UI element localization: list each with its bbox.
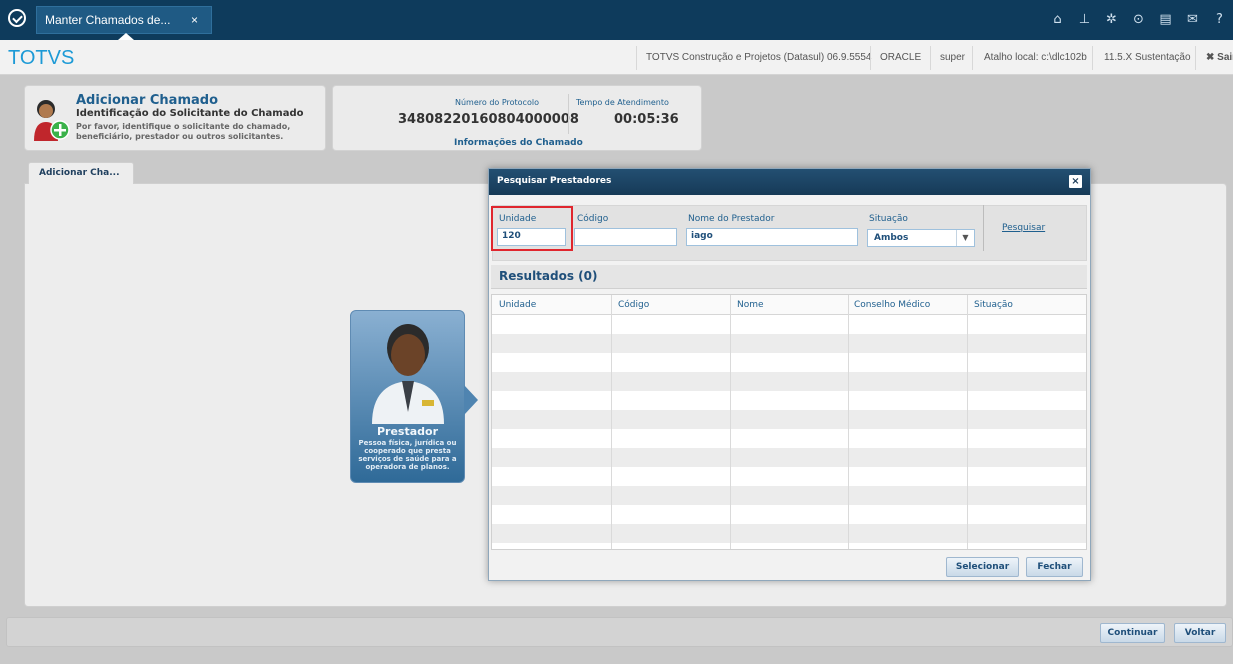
protocol-number-label: Número do Protocolo <box>455 98 539 107</box>
page-title: Adicionar Chamado <box>76 93 219 108</box>
column-divider <box>730 295 731 549</box>
table-row <box>492 391 1086 410</box>
divider <box>1092 46 1093 70</box>
column-header-situacao[interactable]: Situação <box>974 300 1013 310</box>
brand-logo: TOTVS <box>8 47 75 69</box>
tab-adicionar-chamado[interactable]: Adicionar Cha... <box>28 162 134 184</box>
nome-prestador-label: Nome do Prestador <box>688 214 775 224</box>
doctor-icon <box>372 324 444 424</box>
select-button[interactable]: Selecionar <box>946 557 1019 577</box>
situacao-select[interactable]: Ambos ▼ <box>867 229 975 247</box>
results-grid: Unidade Código Nome Conselho Médico Situ… <box>491 294 1087 550</box>
footer-bar <box>6 617 1233 647</box>
gear-icon[interactable]: ✲ <box>1098 8 1125 32</box>
mail-icon[interactable]: ✉ <box>1179 8 1206 32</box>
atalho-info: Atalho local: c:\dlc102b <box>984 52 1087 63</box>
tab-label: Manter Chamados de... <box>45 13 171 27</box>
divider <box>1195 46 1196 70</box>
divider <box>870 46 871 70</box>
table-row <box>492 524 1086 543</box>
divider <box>983 205 984 251</box>
table-row <box>492 486 1086 505</box>
table-header: Unidade Código Nome Conselho Médico Situ… <box>492 295 1086 315</box>
exit-link[interactable]: ✖ Sair <box>1206 49 1233 67</box>
table-row <box>492 334 1086 353</box>
tab-indicator <box>118 33 134 40</box>
divider <box>568 94 569 134</box>
status-bar: TOTVS TOTVS Construção e Projetos (Datas… <box>0 40 1233 75</box>
version-info: 11.5.X Sustentação <box>1104 52 1191 63</box>
ticket-info-link[interactable]: Informações do Chamado <box>454 138 583 148</box>
page-subtitle: Identificação do Solicitante do Chamado <box>76 108 304 119</box>
column-divider <box>611 295 612 549</box>
situacao-value: Ambos <box>874 233 909 243</box>
service-time-label: Tempo de Atendimento <box>576 98 669 107</box>
table-row <box>492 372 1086 391</box>
divider <box>930 46 931 70</box>
divider <box>636 46 637 70</box>
protocol-number-value: 34808220160804000008 <box>398 112 579 127</box>
database-info: ORACLE <box>880 52 922 63</box>
column-header-unidade[interactable]: Unidade <box>499 300 536 310</box>
divider <box>972 46 973 70</box>
back-button[interactable]: Voltar <box>1174 623 1226 643</box>
dialog-title: Pesquisar Prestadores <box>497 176 612 186</box>
table-row <box>492 315 1086 334</box>
continue-button[interactable]: Continuar <box>1100 623 1165 643</box>
sitemap-icon[interactable]: ⊥ <box>1071 8 1098 32</box>
app-logo-icon[interactable] <box>8 9 26 27</box>
page-description: Por favor, identifique o solicitante do … <box>76 122 291 141</box>
clock-icon[interactable]: ⊙ <box>1125 8 1152 32</box>
column-header-nome[interactable]: Nome <box>737 300 764 310</box>
close-button[interactable]: Fechar <box>1026 557 1083 577</box>
codigo-label: Código <box>577 214 609 224</box>
table-row <box>492 467 1086 486</box>
column-divider <box>967 295 968 549</box>
service-time-value: 00:05:36 <box>614 112 679 127</box>
table-row <box>492 429 1086 448</box>
results-header: Resultados (0) <box>491 265 1087 289</box>
card-pointer <box>464 385 478 415</box>
situacao-label: Situação <box>869 214 908 224</box>
column-header-conselho-medico[interactable]: Conselho Médico <box>854 300 930 310</box>
codigo-input[interactable] <box>574 228 677 246</box>
close-icon[interactable]: × <box>1069 175 1082 188</box>
nome-prestador-input[interactable]: iago <box>686 228 858 246</box>
column-header-codigo[interactable]: Código <box>618 300 649 310</box>
dialog-header: Pesquisar Prestadores × <box>489 169 1090 195</box>
tab-manter-chamados[interactable]: Manter Chamados de... × <box>36 6 212 34</box>
search-link[interactable]: Pesquisar <box>1002 223 1045 233</box>
tab-close-icon[interactable]: × <box>191 7 198 33</box>
home-icon[interactable]: ⌂ <box>1044 8 1071 32</box>
prestador-description: Pessoa física, jurídica ou cooperado que… <box>358 439 457 471</box>
product-info: TOTVS Construção e Projetos (Datasul) 06… <box>646 52 872 63</box>
table-row <box>492 353 1086 372</box>
column-divider <box>848 295 849 549</box>
top-icon-bar: ⌂ ⊥ ✲ ⊙ ▤ ✉ ? <box>1044 8 1233 32</box>
table-row <box>492 410 1086 429</box>
table-row <box>492 448 1086 467</box>
table-row <box>492 505 1086 524</box>
help-icon[interactable]: ? <box>1206 8 1233 32</box>
chevron-down-icon[interactable]: ▼ <box>956 230 974 246</box>
top-bar: Manter Chamados de... × ⌂ ⊥ ✲ ⊙ ▤ ✉ ? <box>0 0 1233 40</box>
prestador-title: Prestador <box>376 425 439 438</box>
document-icon[interactable]: ▤ <box>1152 8 1179 32</box>
user-info: super <box>940 52 966 63</box>
add-person-icon <box>34 100 70 141</box>
unidade-highlight <box>491 206 573 251</box>
